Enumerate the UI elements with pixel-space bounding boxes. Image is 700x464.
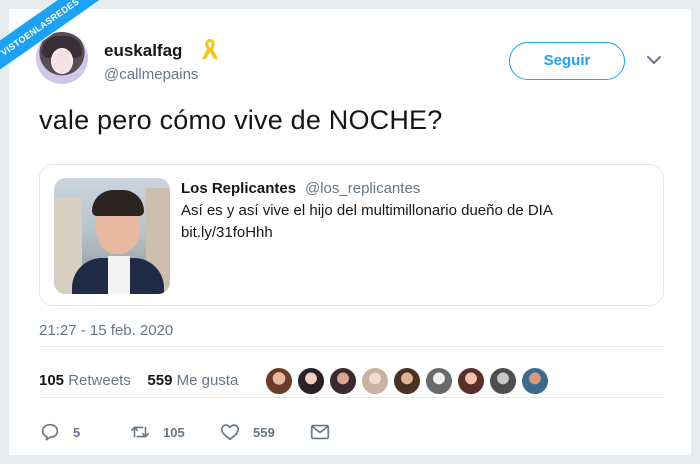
retweet-action[interactable]: 105 — [129, 420, 185, 444]
retweet-count: 105 — [163, 424, 185, 440]
liker-avatar[interactable] — [361, 367, 389, 395]
quoted-tweet-text: Así es y así vive el hijo del multimillo… — [181, 202, 553, 219]
retweets-count[interactable]: 105 — [39, 372, 64, 389]
follow-button[interactable]: Seguir — [509, 42, 625, 80]
likes-label[interactable]: Me gusta — [177, 372, 239, 389]
liker-avatar[interactable] — [489, 367, 517, 395]
liker-avatar[interactable] — [393, 367, 421, 395]
reply-icon — [41, 423, 59, 441]
heart-icon — [220, 424, 240, 441]
liker-avatar[interactable] — [329, 367, 357, 395]
like-action[interactable]: 559 — [219, 420, 275, 444]
liker-avatar[interactable] — [521, 367, 549, 395]
retweet-icon — [130, 426, 150, 438]
yellow-ribbon-icon — [202, 39, 218, 59]
direct-message-action[interactable] — [309, 420, 343, 444]
quoted-tweet-link[interactable]: bit.ly/31foHhh — [181, 224, 273, 241]
chevron-down-icon[interactable] — [645, 53, 663, 67]
liker-avatar[interactable] — [457, 367, 485, 395]
reply-count: 5 — [73, 424, 81, 440]
liker-avatar[interactable] — [425, 367, 453, 395]
tweet-stats: 105 Retweets 559 Me gusta — [39, 372, 238, 389]
liker-avatar[interactable] — [265, 367, 293, 395]
reply-action[interactable]: 5 — [39, 420, 80, 444]
quoted-author-name: Los Replicantes — [181, 180, 297, 197]
quoted-author-handle: @los_replicantes — [305, 180, 421, 197]
author-handle[interactable]: @callmepains — [104, 66, 198, 83]
likes-count[interactable]: 559 — [147, 372, 172, 389]
envelope-icon — [310, 424, 330, 440]
tweet-text: vale pero cómo vive de NOCHE? — [39, 105, 443, 135]
author-name[interactable]: euskalfag — [104, 41, 182, 61]
liker-avatar[interactable] — [297, 367, 325, 395]
quoted-tweet-image — [54, 178, 170, 294]
like-count: 559 — [253, 424, 275, 440]
tweet-card: euskalfag @callmepains Seguir vale pero … — [9, 9, 691, 455]
divider — [39, 397, 664, 398]
retweets-label[interactable]: Retweets — [68, 372, 131, 389]
tweet-timestamp[interactable]: 21:27 - 15 feb. 2020 — [39, 322, 173, 339]
divider — [39, 346, 664, 347]
